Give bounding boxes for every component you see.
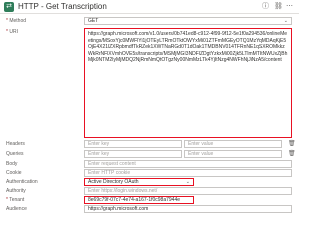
authentication-label: Authentication bbox=[6, 179, 38, 185]
trash-icon[interactable]: 🗑 bbox=[288, 140, 296, 148]
body-input[interactable]: Enter request content bbox=[84, 160, 292, 168]
trash-icon[interactable]: 🗑 bbox=[288, 150, 296, 158]
uri-input[interactable]: https://graph.microsoft.com/v1.0/users/0… bbox=[84, 28, 292, 138]
authority-input[interactable]: Enter https://login.windows.net/ bbox=[84, 187, 292, 195]
body-label: Body bbox=[6, 161, 18, 167]
uri-label: * URI bbox=[6, 29, 18, 35]
method-label: * Method bbox=[6, 18, 27, 24]
chevron-down-icon: ⌄ bbox=[283, 18, 288, 24]
ellipsis-icon[interactable]: ⋯ bbox=[286, 2, 293, 12]
cookie-input[interactable]: Enter HTTP cookie bbox=[84, 169, 292, 177]
chevron-down-icon: ⌄ bbox=[185, 179, 190, 185]
link-icon[interactable]: ⛓ bbox=[274, 2, 283, 12]
authentication-select[interactable]: Active Directory OAuth ⌄ bbox=[84, 178, 194, 186]
tenant-label: * Tenant bbox=[6, 197, 25, 203]
title-bar: ⇄ HTTP - Get Transcription ⓘ ⛓ ⋯ bbox=[0, 0, 299, 14]
http-icon: ⇄ bbox=[4, 2, 14, 12]
queries-label: Queries bbox=[6, 151, 24, 157]
headers-value-input[interactable]: Enter value bbox=[184, 140, 282, 148]
cookie-label: Cookie bbox=[6, 170, 22, 176]
queries-value-input[interactable]: Enter value bbox=[184, 150, 282, 158]
authority-label: Authority bbox=[6, 188, 26, 194]
headers-label: Headers bbox=[6, 141, 25, 147]
audience-input[interactable]: https://graph.microsoft.com bbox=[84, 205, 292, 213]
tenant-input[interactable]: 8e69c79f-07c7-4e74-a167-1f0c98a7944e bbox=[84, 196, 194, 204]
method-select[interactable]: GET ⌄ bbox=[84, 17, 292, 25]
headers-key-input[interactable]: Enter key bbox=[84, 140, 182, 148]
info-icon[interactable]: ⓘ bbox=[262, 2, 269, 12]
action-title[interactable]: HTTP - Get Transcription bbox=[18, 2, 107, 12]
audience-label: Audience bbox=[6, 206, 27, 212]
queries-key-input[interactable]: Enter key bbox=[84, 150, 182, 158]
